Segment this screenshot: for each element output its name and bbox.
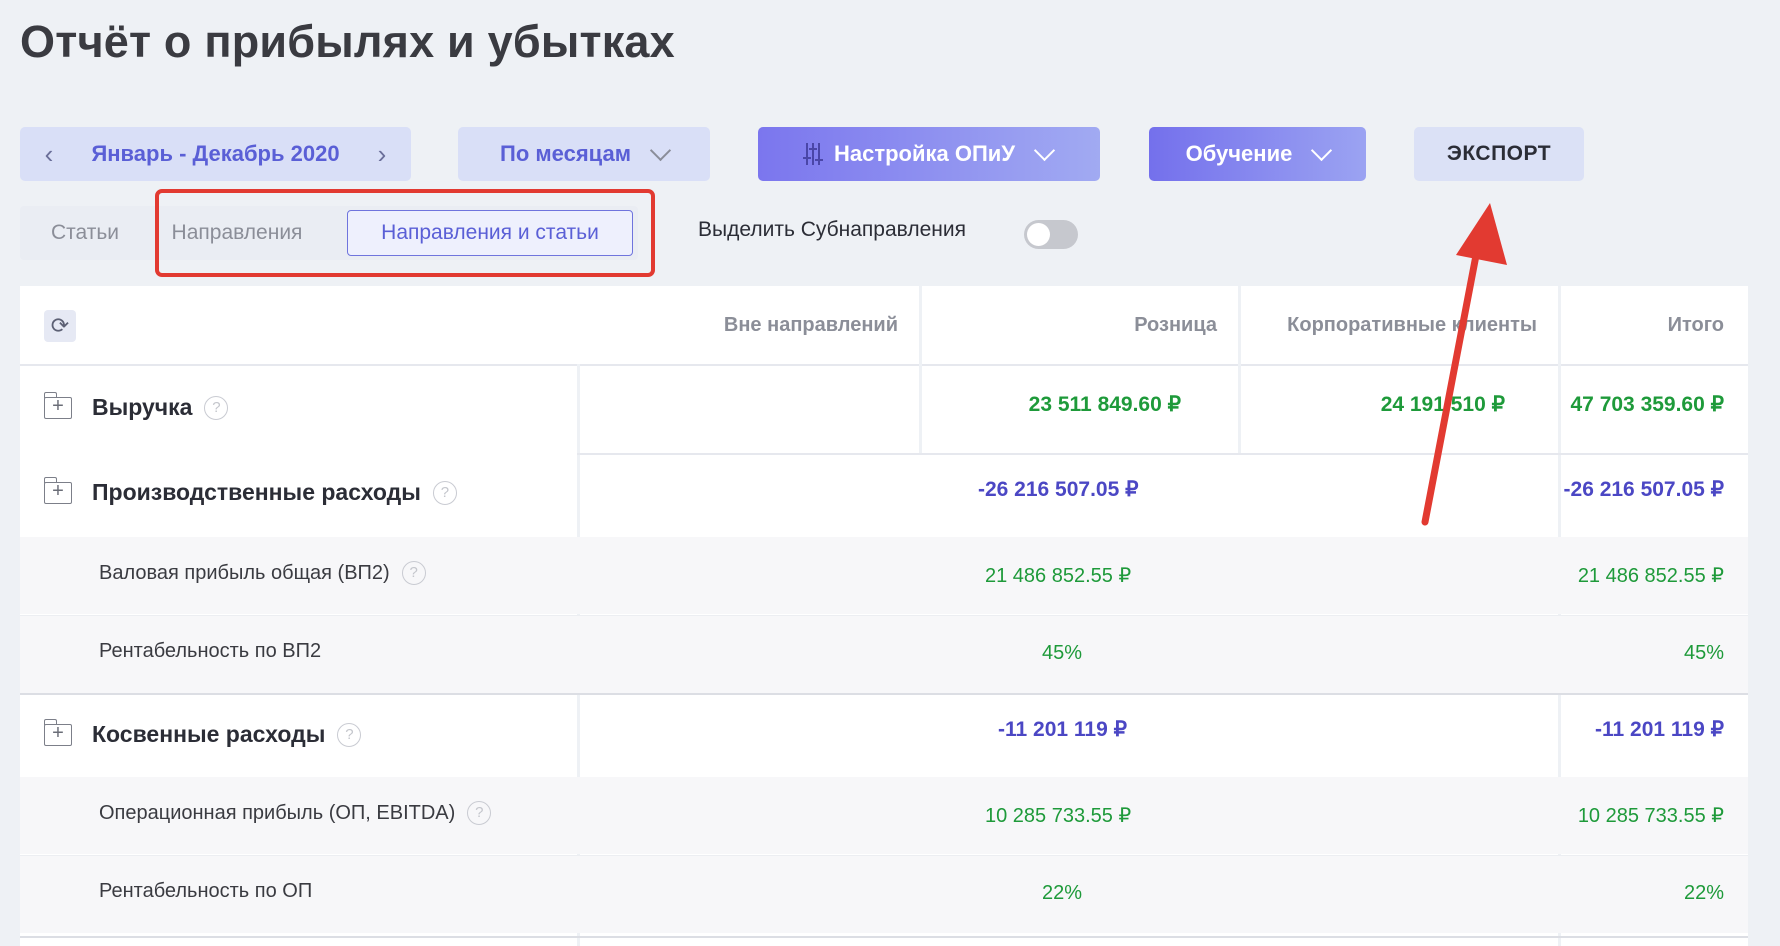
prev-period-button[interactable]: ‹	[34, 139, 64, 170]
cell-value: -11 201 119 ₽	[998, 718, 1127, 741]
subdirections-toggle[interactable]	[1024, 220, 1078, 249]
folder-expand-icon[interactable]	[43, 391, 72, 419]
export-button[interactable]: ЭКСПОРТ	[1414, 127, 1584, 181]
grouping-dropdown[interactable]: По месяцам	[458, 127, 710, 181]
table-row[interactable]: Рентабельность по ОП 22% 22%	[20, 856, 1748, 933]
row-label: Рентабельность по ОП	[99, 880, 313, 902]
table-row[interactable]: Производственные расходы ? -26 216 507.0…	[20, 455, 1748, 535]
learning-dropdown[interactable]: Обучение	[1149, 127, 1366, 181]
cell-value: 45%	[1683, 642, 1724, 664]
tab-stati[interactable]: Статьи	[20, 206, 150, 260]
cell-value: -26 216 507.05 ₽	[978, 478, 1139, 501]
table-row[interactable]: Рентабельность по ВП2 45% 45%	[20, 616, 1748, 693]
sliders-icon	[802, 142, 823, 166]
column-header: Итого	[1667, 313, 1724, 336]
row-label: Производственные расходы	[92, 479, 421, 505]
pnl-table: ⟳ Вне направлений Розница Корпоративные …	[20, 286, 1748, 946]
period-label: Январь - Декабрь 2020	[91, 141, 340, 166]
column-header: Вне направлений	[723, 313, 898, 336]
folder-expand-icon[interactable]	[43, 718, 72, 746]
period-selector[interactable]: ‹ Январь - Декабрь 2020 ›	[20, 127, 411, 181]
cell-value: 21 486 852.55 ₽	[1577, 565, 1724, 587]
toggle-knob	[1027, 223, 1050, 246]
arrow-head	[1456, 203, 1507, 265]
cell-value: 45%	[1042, 642, 1083, 664]
page-title: Отчёт о прибылях и убытках	[20, 16, 675, 67]
cell-value: 23 511 849.60 ₽	[1028, 393, 1181, 416]
cell-value: 22%	[1683, 882, 1724, 904]
cell-value: 10 285 733.55 ₽	[985, 805, 1132, 827]
refresh-icon[interactable]: ⟳	[44, 310, 76, 342]
chevron-down-icon	[649, 139, 672, 161]
help-icon[interactable]: ?	[401, 561, 426, 585]
folder-expand-icon[interactable]	[43, 476, 72, 504]
table-row[interactable]: Валовая прибыль общая (ВП2) ? 21 486 852…	[20, 537, 1748, 614]
cell-value: 24 191 510 ₽	[1380, 393, 1505, 416]
cell-value: 21 486 852.55 ₽	[985, 565, 1132, 587]
table-row[interactable]: Операционная прибыль (ОП, EBITDA) ? 10 2…	[20, 777, 1748, 854]
cell-value: 22%	[1042, 882, 1083, 904]
help-icon[interactable]: ?	[204, 395, 229, 420]
highlight-box	[155, 189, 655, 277]
divider	[20, 936, 1748, 938]
cell-value: 10 285 733.55 ₽	[1577, 805, 1724, 827]
cell-value: 47 703 359.60 ₽	[1570, 393, 1725, 416]
next-period-button[interactable]: ›	[367, 139, 397, 170]
cell-value: -26 216 507.05 ₽	[1563, 478, 1724, 501]
row-label: Операционная прибыль (ОП, EBITDA)	[99, 801, 456, 824]
chevron-down-icon	[1311, 139, 1333, 161]
row-label: Рентабельность по ВП2	[99, 640, 322, 662]
pnl-settings-button[interactable]: Настройка ОПиУ	[758, 127, 1100, 181]
row-label: Выручка	[92, 394, 193, 420]
cell-value: -11 201 119 ₽	[1595, 718, 1724, 741]
pnl-settings-label: Настройка ОПиУ	[833, 141, 1016, 166]
subdirections-toggle-label: Выделить Субнаправления	[698, 218, 966, 241]
column-header: Корпоративные клиенты	[1287, 313, 1537, 336]
chevron-down-icon	[1033, 139, 1056, 161]
column-header: Розница	[1134, 313, 1217, 336]
row-label: Косвенные расходы	[92, 721, 326, 747]
table-row[interactable]: Косвенные расходы ? -11 201 119 ₽ -11 20…	[20, 695, 1748, 775]
learning-label: Обучение	[1185, 141, 1293, 166]
grouping-label: По месяцам	[500, 141, 631, 166]
help-icon[interactable]: ?	[432, 480, 457, 505]
help-icon[interactable]: ?	[337, 722, 362, 747]
table-row[interactable]: Выручка ? 23 511 849.60 ₽ 24 191 510 ₽ 4…	[20, 366, 1748, 452]
row-label: Валовая прибыль общая (ВП2)	[99, 561, 390, 584]
help-icon[interactable]: ?	[467, 801, 492, 825]
